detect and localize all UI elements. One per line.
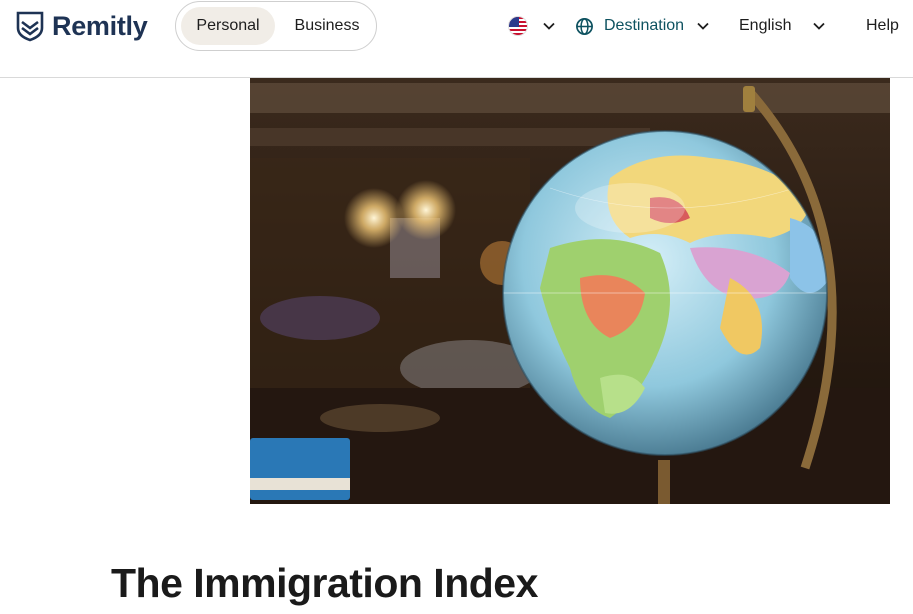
personal-tab[interactable]: Personal [181,7,275,45]
language-selector[interactable]: English [739,12,826,40]
brand-name: Remitly [52,10,148,41]
destination-label: Destination [604,17,685,34]
remitly-logo-icon [16,11,44,42]
top-navigation-bar: Remitly Personal Business Destination En… [0,0,913,78]
business-tab[interactable]: Business [280,7,374,45]
brand-logo[interactable]: Remitly [16,10,148,42]
destination-selector[interactable]: Destination [575,12,710,40]
chevron-down-icon [813,22,826,30]
chevron-down-icon [697,22,709,30]
chevron-down-icon [543,22,555,30]
country-selector[interactable] [508,12,556,40]
globe-photo [250,78,890,504]
account-type-toggle: Personal Business [175,1,377,51]
hero-image [250,78,890,504]
globe-icon [576,17,593,35]
page-title: The Immigration Index [111,560,538,606]
language-label: English [739,17,792,34]
us-flag-icon [508,16,528,36]
help-link[interactable]: Help [866,12,899,40]
